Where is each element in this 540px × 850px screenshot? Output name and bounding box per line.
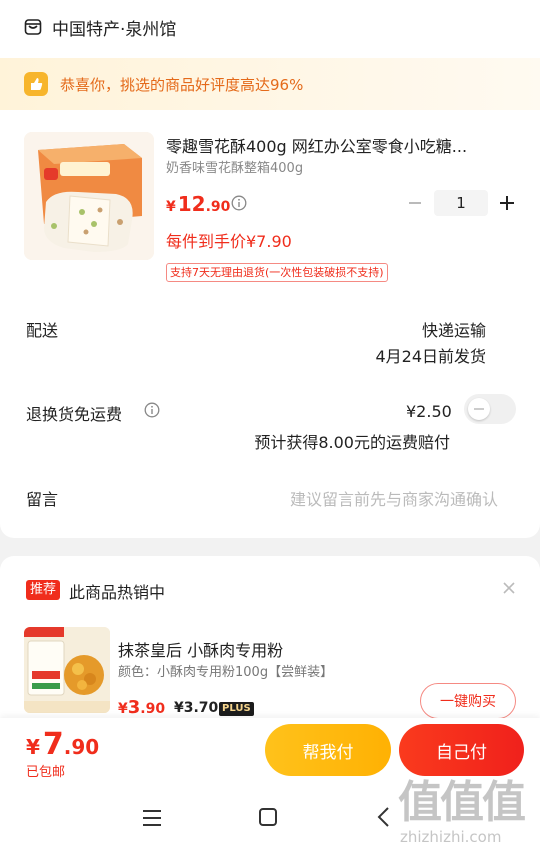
menu-icon[interactable] [141,808,163,828]
help-me-pay-button[interactable]: 帮我付 [265,724,391,776]
one-click-buy-button[interactable]: 一键购买 [420,683,516,719]
watermark-url: zhizhizhi.com [400,828,502,846]
quantity-input[interactable]: 1 [434,190,488,216]
ship-time: 4月24日前发货 [375,347,486,366]
recommend-tag: 推荐 [26,580,61,600]
recommend-spec: 颜色：小酥肉专用粉100g【尝鲜装】 [118,665,334,680]
plus-badge: PLUS [219,702,254,716]
store-icon [24,19,42,35]
message-label: 留言 [26,490,59,509]
minus-icon[interactable] [404,192,426,214]
delivery-label: 配送 [26,321,59,340]
back-icon[interactable] [376,806,392,828]
recommend-price-currency: ¥ [118,701,128,717]
product-title[interactable]: 零趣雪花酥400g 网红办公室零食小吃糖... [166,133,516,157]
recommend-title[interactable]: 抹茶皇后 小酥肉专用粉 [118,637,283,661]
recommend-plus-price: ¥3.70 [174,700,219,716]
return-shipping-price: ¥2.50 [406,402,452,421]
price-decimal: .90 [205,199,231,215]
return-shipping-toggle[interactable] [464,394,516,424]
recommend-price: ¥ 3 .90 [118,697,165,718]
price-currency: ¥ [166,199,176,215]
product-price: ¥ 12 .90 [166,192,230,216]
delivery-method: 快递运输 [421,321,486,340]
shipping-included-note: 已包邮 [26,765,66,780]
total-decimal: .90 [63,735,100,759]
rating-banner: 恭喜你，挑选的商品好评度高达96% [0,58,540,110]
price-integer: 12 [177,192,206,216]
recommend-price-integer: 3 [127,697,141,718]
close-icon[interactable] [500,579,518,597]
store-header[interactable]: 中国特产·泉州馆 [24,14,176,40]
total-price: ¥ 7 .90 [26,727,99,762]
each-price: 每件到手价¥7.90 [166,232,292,251]
total-integer: 7 [42,727,64,762]
product-spec[interactable]: 奶香味雪花酥整箱400g [166,157,303,176]
product-image[interactable] [24,132,154,260]
store-name: 中国特产·泉州馆 [52,19,177,40]
recommend-heading: 此商品热销中 [69,583,166,602]
banner-text: 恭喜你，挑选的商品好评度高达96% [60,75,304,94]
watermark-logo: 值值值 [398,777,526,828]
return-shipping-label: 退换货免运费 [26,405,123,424]
watermark: 值值值 zhizhizhi.com [394,766,532,850]
home-icon[interactable] [258,807,278,827]
recommend-price-decimal: .90 [140,701,166,717]
plus-icon[interactable] [496,192,518,214]
total-currency: ¥ [26,735,40,759]
return-shipping-note: 预计获得8.00元的运费赔付 [254,433,450,452]
recommend-product-image[interactable] [24,627,110,713]
return-policy-tag: 支持7天无理由退货(一次性包装破损不支持) [166,263,388,282]
price-info-icon[interactable] [231,195,247,211]
toggle-knob [468,398,490,420]
message-input[interactable]: 建议留言前先与商家沟通确认 [290,486,498,510]
return-shipping-info-icon[interactable] [144,402,160,418]
thumbs-up-icon [24,72,48,96]
quantity-stepper: 1 [404,190,518,216]
